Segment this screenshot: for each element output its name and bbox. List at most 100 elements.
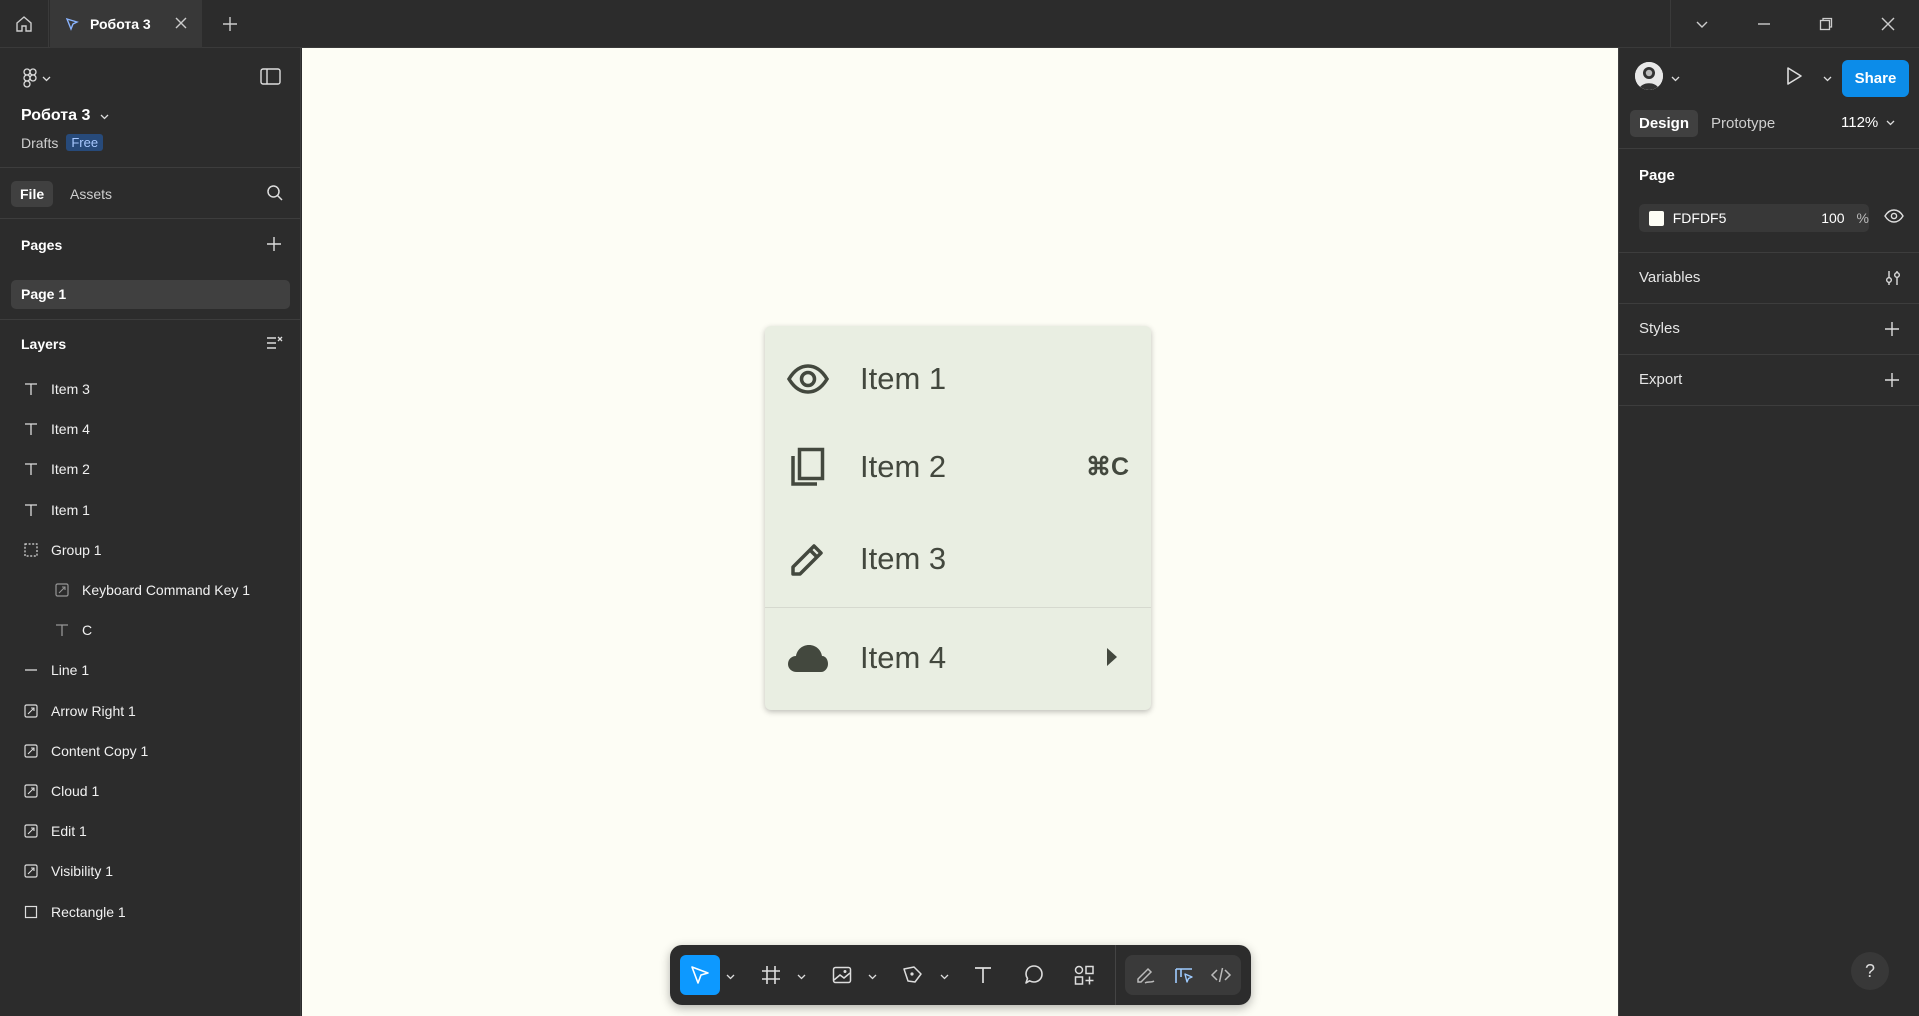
search-button[interactable] — [266, 184, 284, 205]
layer-name: Item 4 — [51, 421, 90, 438]
file-name: Робота 3 — [21, 107, 91, 124]
layer-row[interactable]: Line 1 — [0, 650, 300, 690]
toggle-sidebar-button[interactable] — [260, 68, 281, 88]
title-bar: Робота 3 — [0, 0, 1919, 48]
menu-item-1[interactable]: Item 1 — [765, 335, 1151, 423]
color-swatch[interactable] — [1649, 210, 1664, 226]
move-tool[interactable] — [680, 955, 720, 995]
menu-card[interactable]: Item 1 Item 2 ⌘C Item 3 Item 4 — [765, 326, 1151, 710]
file-header: Робота 3 Drafts Free — [0, 48, 300, 168]
styles-section[interactable]: Styles — [1619, 304, 1919, 355]
vector-icon — [21, 861, 41, 881]
layer-row[interactable]: Item 3 — [0, 369, 300, 409]
variables-button[interactable] — [1884, 269, 1902, 290]
add-style-button[interactable] — [1884, 321, 1900, 340]
layers-options-button[interactable] — [266, 335, 284, 354]
file-tab[interactable]: Робота 3 — [50, 0, 202, 48]
pen-tool[interactable] — [893, 955, 933, 995]
layer-row[interactable]: Item 1 — [0, 490, 300, 530]
text-tool[interactable] — [963, 955, 1003, 995]
menu-item-3[interactable]: Item 3 — [765, 515, 1151, 603]
tab-design[interactable]: Design — [1630, 110, 1699, 137]
layers-title: Layers — [21, 336, 67, 352]
close-tab-icon[interactable] — [174, 16, 188, 33]
page-fill-row[interactable]: FDFDF5 100 % — [1639, 204, 1869, 232]
close-window-button[interactable] — [1857, 0, 1919, 48]
export-section[interactable]: Export — [1619, 355, 1919, 406]
share-button[interactable]: Share — [1842, 60, 1909, 97]
chevron-down-icon[interactable] — [1671, 71, 1680, 86]
tabs-dropdown-button[interactable] — [1671, 0, 1733, 48]
toggle-visibility-button[interactable] — [1884, 209, 1904, 226]
layer-row[interactable]: C — [0, 610, 300, 650]
shape-tool[interactable] — [822, 955, 862, 995]
file-location[interactable]: Drafts — [21, 135, 58, 151]
layer-row[interactable]: Item 4 — [0, 409, 300, 449]
layer-row[interactable]: Group 1 — [0, 530, 300, 570]
fill-opacity-value[interactable]: 100 — [1805, 210, 1844, 226]
draw-icon — [1137, 967, 1155, 984]
pages-title: Pages — [21, 237, 63, 253]
page-item[interactable]: Page 1 — [11, 280, 290, 309]
variables-title: Variables — [1639, 269, 1701, 286]
rectangle-icon — [21, 902, 41, 922]
actions-tool[interactable] — [1064, 955, 1104, 995]
new-tab-button[interactable] — [218, 12, 242, 36]
canvas[interactable]: Item 1 Item 2 ⌘C Item 3 Item 4 — [302, 48, 1618, 1016]
draw-mode-button[interactable] — [1126, 955, 1166, 995]
text-icon — [21, 459, 41, 479]
avatar[interactable] — [1635, 62, 1663, 90]
comment-icon — [1025, 965, 1043, 984]
menu-item-2[interactable]: Item 2 ⌘C — [765, 423, 1151, 511]
list-options-icon — [267, 336, 283, 349]
layer-name: Cloud 1 — [51, 783, 100, 799]
chevron-down-icon[interactable] — [868, 969, 877, 984]
layer-row[interactable]: Edit 1 — [0, 811, 300, 851]
help-button[interactable]: ? — [1851, 952, 1889, 990]
layer-name: Edit 1 — [51, 823, 87, 840]
main-menu-button[interactable] — [22, 68, 51, 88]
layer-row[interactable]: Item 2 — [0, 449, 300, 489]
layer-name: Arrow Right 1 — [51, 702, 136, 719]
layer-row[interactable]: Content Copy 1 — [0, 731, 300, 771]
add-export-button[interactable] — [1884, 372, 1900, 391]
layer-row[interactable]: Keyboard Command Key 1 — [0, 570, 300, 610]
layer-row[interactable]: Visibility 1 — [0, 851, 300, 891]
chevron-down-icon[interactable] — [1823, 71, 1832, 86]
design-mode-button[interactable] — [1164, 955, 1204, 995]
comment-tool[interactable] — [1014, 955, 1054, 995]
zoom-dropdown[interactable]: 112% — [1841, 114, 1895, 131]
sidebar-icon — [260, 68, 281, 85]
chevron-down-icon[interactable] — [797, 969, 806, 984]
home-icon — [16, 16, 32, 32]
components-icon — [1074, 965, 1094, 985]
tab-file[interactable]: File — [11, 181, 54, 207]
text-icon — [975, 967, 991, 983]
page-section-title: Page — [1639, 167, 1675, 184]
chevron-down-icon[interactable] — [726, 969, 735, 984]
add-page-button[interactable] — [266, 236, 282, 255]
tab-assets[interactable]: Assets — [61, 181, 121, 207]
frame-tool[interactable] — [751, 955, 791, 995]
home-button[interactable] — [0, 0, 49, 48]
chevron-down-icon[interactable] — [940, 969, 949, 984]
group-icon — [21, 540, 41, 560]
menu-item-4[interactable]: Item 4 — [765, 614, 1151, 702]
plan-badge[interactable]: Free — [66, 134, 104, 151]
variables-section[interactable]: Variables — [1619, 253, 1919, 304]
present-button[interactable] — [1785, 66, 1803, 89]
styles-title: Styles — [1639, 320, 1680, 337]
fill-hex-value[interactable]: FDFDF5 — [1673, 210, 1806, 226]
file-name-button[interactable]: Робота 3 — [21, 107, 109, 125]
tab-prototype[interactable]: Prototype — [1702, 110, 1784, 137]
layer-row[interactable]: Rectangle 1 — [0, 892, 300, 932]
restore-button[interactable] — [1795, 0, 1857, 48]
vector-icon — [52, 580, 72, 600]
left-tabs: File Assets — [0, 168, 300, 219]
layer-row[interactable]: Cloud 1 — [0, 771, 300, 811]
minimize-button[interactable] — [1733, 0, 1795, 48]
layer-row[interactable]: Arrow Right 1 — [0, 691, 300, 731]
pen-icon — [903, 966, 922, 983]
dev-mode-button[interactable] — [1201, 955, 1241, 995]
layer-name: Item 2 — [51, 461, 90, 478]
